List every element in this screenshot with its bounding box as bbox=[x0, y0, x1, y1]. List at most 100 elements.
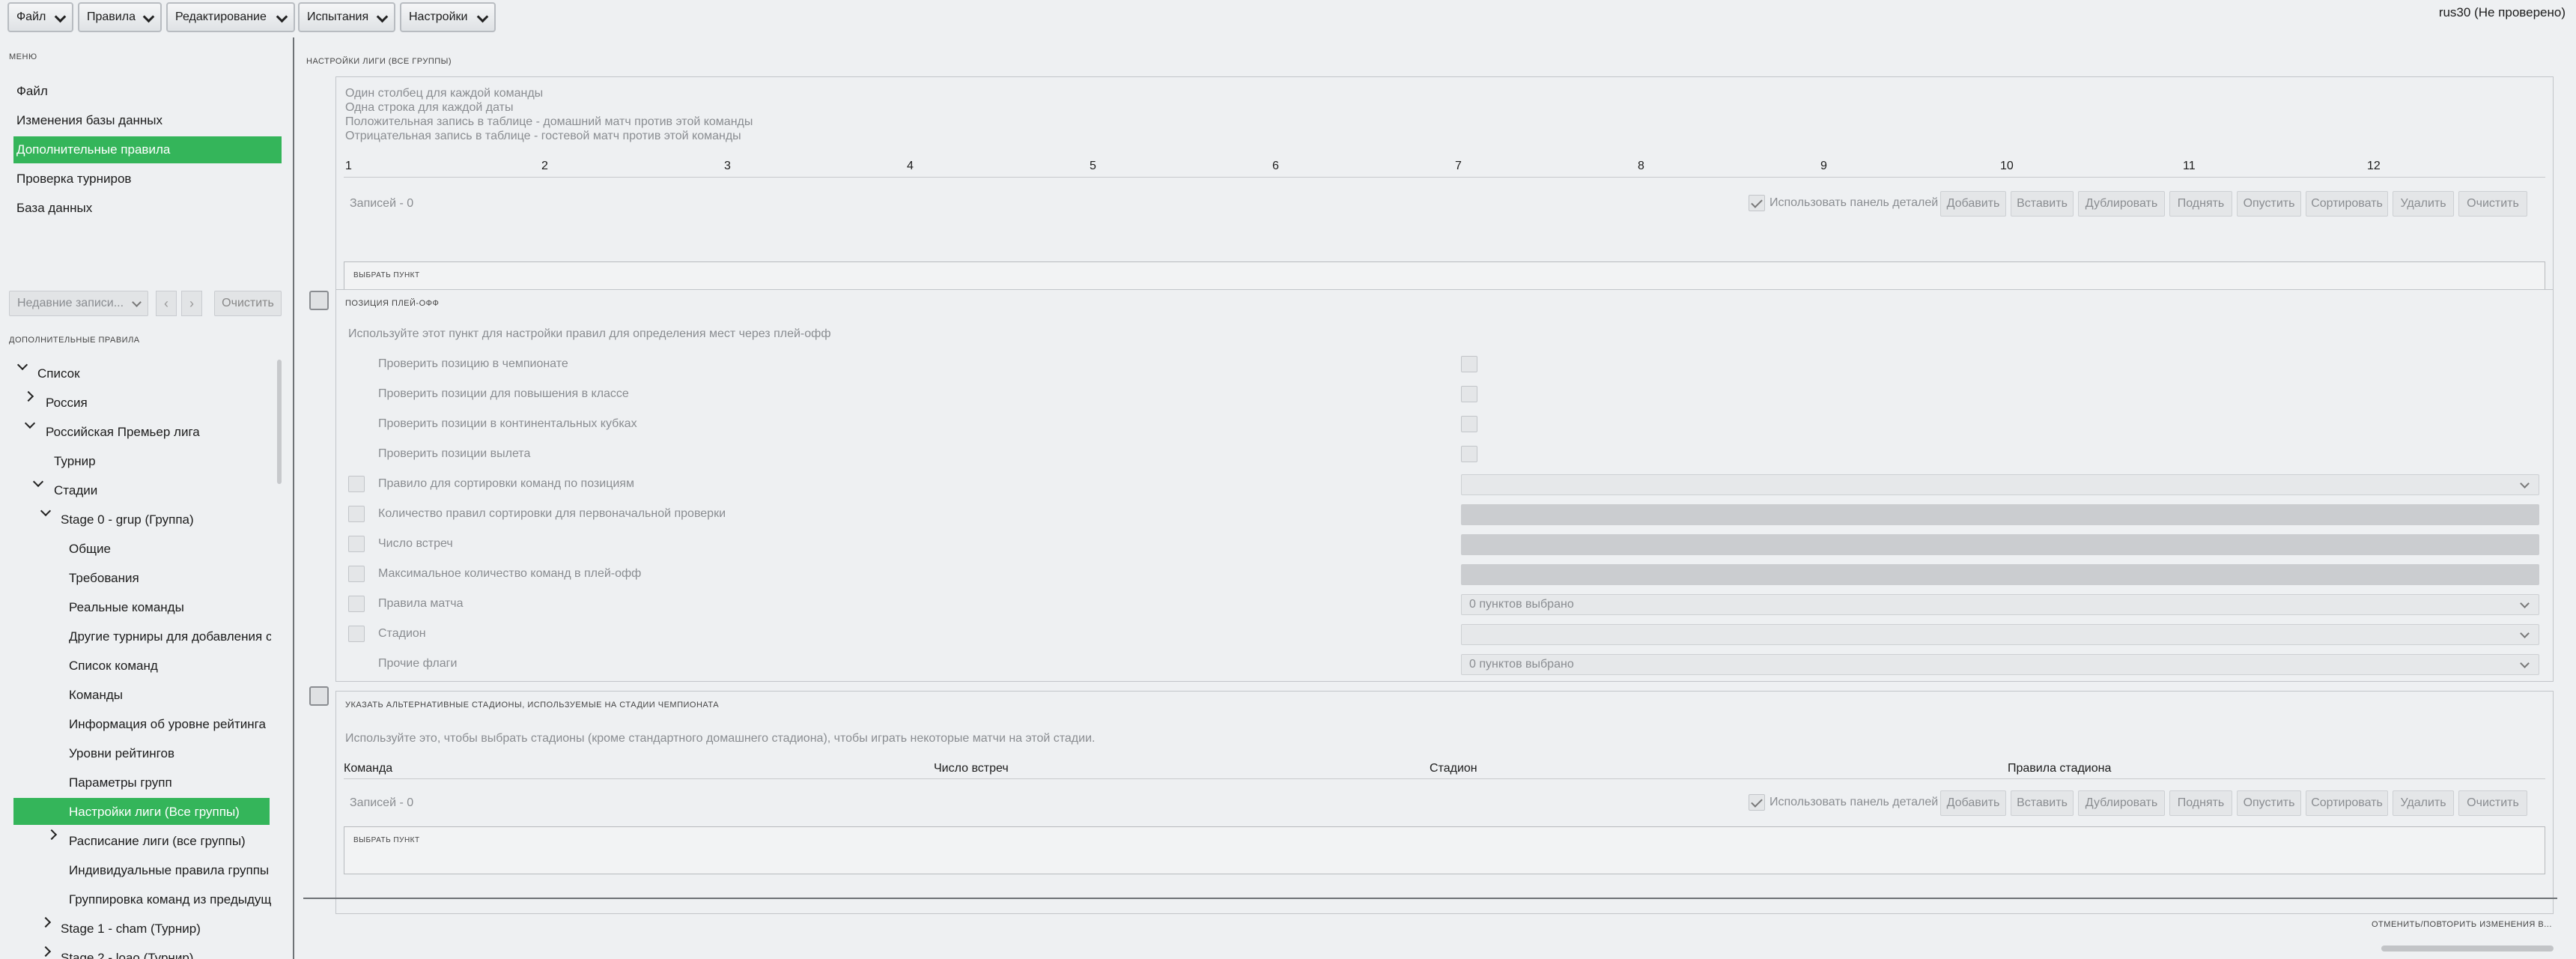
menu-tests[interactable]: Испытания bbox=[298, 2, 395, 32]
chevron-down-icon bbox=[2520, 599, 2530, 608]
tree-item[interactable]: Список команд bbox=[69, 659, 158, 674]
tree-item-selected[interactable]: Настройки лиги (Все группы) bbox=[69, 805, 240, 820]
match-rules-select[interactable]: 0 пунктов выбрано bbox=[1461, 594, 2539, 615]
clear-recent-button[interactable]: Очистить bbox=[214, 291, 282, 316]
tree-item[interactable]: Российская Премьер лига bbox=[46, 425, 200, 440]
move-up-button[interactable]: Поднять bbox=[2169, 191, 2232, 217]
row-enable-checkbox[interactable] bbox=[348, 536, 365, 552]
matches-count-field[interactable] bbox=[1461, 534, 2539, 555]
tree-item[interactable]: Уровни рейтингов bbox=[69, 746, 174, 761]
delete-button[interactable]: Удалить bbox=[2393, 191, 2454, 217]
playoff-check-checkbox[interactable] bbox=[1461, 446, 1477, 462]
insert-button[interactable]: Вставить bbox=[2011, 790, 2074, 816]
tree-item[interactable]: Stage 0 - grup (Группа) bbox=[61, 512, 194, 527]
grid-column-header: 5 bbox=[1090, 160, 1096, 172]
playoff-panel: ПОЗИЦИЯ ПЛЕЙ-ОФФ Используйте этот пункт … bbox=[335, 289, 2554, 682]
other-flags-select[interactable]: 0 пунктов выбрано bbox=[1461, 654, 2539, 675]
tree-item[interactable]: Реальные команды bbox=[69, 600, 184, 615]
chevron-right-icon[interactable] bbox=[22, 390, 34, 402]
other-flags-value: 0 пунктов выбрано bbox=[1469, 658, 1574, 671]
menu-item-db-changes[interactable]: Изменения базы данных bbox=[13, 107, 282, 134]
undo-panel-scrollbar[interactable] bbox=[2381, 946, 2554, 952]
playoff-check-label: Проверить позиции в континентальных кубк… bbox=[378, 417, 637, 430]
alt-stadiums-hint: Используйте это, чтобы выбрать стадионы … bbox=[345, 732, 1096, 745]
tree-item[interactable]: Турнир bbox=[54, 454, 96, 469]
tree-item[interactable]: Параметры групп bbox=[69, 775, 172, 790]
menu-file[interactable]: Файл bbox=[7, 2, 73, 32]
sort-button[interactable]: Сортировать bbox=[2306, 790, 2388, 816]
divider bbox=[344, 778, 2545, 779]
back-arrow-icon[interactable]: ‹ bbox=[156, 291, 177, 316]
stadium-select[interactable] bbox=[1461, 624, 2539, 645]
menu-item-database[interactable]: База данных bbox=[13, 195, 282, 222]
chevron-down-icon[interactable] bbox=[32, 476, 44, 488]
insert-button[interactable]: Вставить bbox=[2011, 191, 2074, 217]
sort-rule-select[interactable] bbox=[1461, 474, 2539, 495]
row-enable-checkbox[interactable] bbox=[348, 596, 365, 612]
grid-column-header: 2 bbox=[541, 160, 548, 172]
use-details-label: Использовать панель деталей bbox=[1770, 196, 1939, 209]
clear-button[interactable]: Очистить bbox=[2458, 790, 2527, 816]
sort-rules-count-field[interactable] bbox=[1461, 504, 2539, 525]
main-content: НАСТРОЙКИ ЛИГИ (ВСЕ ГРУППЫ) Один столбец… bbox=[296, 37, 2576, 959]
playoff-check-checkbox[interactable] bbox=[1461, 386, 1477, 402]
menu-rules-label: Правила bbox=[87, 10, 136, 23]
tree-item[interactable]: Россия bbox=[46, 396, 88, 411]
tree-item[interactable]: Индивидуальные правила группы bbox=[69, 863, 269, 878]
undo-redo-panel-title[interactable]: ОТМЕНИТЬ/ПОВТОРИТЬ ИЗМЕНЕНИЯ В... bbox=[2372, 920, 2552, 929]
use-details-checkbox[interactable] bbox=[1749, 195, 1765, 211]
recent-records-select[interactable]: Недавние записи... bbox=[9, 291, 148, 316]
pick-item-area[interactable]: ВЫБРАТЬ ПУНКТ bbox=[344, 826, 2545, 874]
clear-button[interactable]: Очистить bbox=[2458, 191, 2527, 217]
duplicate-button[interactable]: Дублировать bbox=[2078, 790, 2165, 816]
playoff-check-checkbox[interactable] bbox=[1461, 356, 1477, 372]
delete-button[interactable]: Удалить bbox=[2393, 790, 2454, 816]
row-enable-checkbox[interactable] bbox=[348, 566, 365, 582]
tree-item[interactable]: Информация об уровне рейтинга bbox=[69, 717, 266, 732]
menu-rules[interactable]: Правила bbox=[78, 2, 162, 32]
chevron-down-icon[interactable] bbox=[24, 417, 36, 429]
playoff-check-checkbox[interactable] bbox=[1461, 416, 1477, 432]
tree-scrollbar[interactable] bbox=[277, 360, 282, 484]
use-details-checkbox[interactable] bbox=[1749, 794, 1765, 811]
grid-column-header: 9 bbox=[1820, 160, 1827, 172]
chevron-right-icon[interactable] bbox=[46, 829, 58, 841]
move-up-button[interactable]: Поднять bbox=[2169, 790, 2232, 816]
tree-item[interactable]: Требования bbox=[69, 571, 139, 586]
tree-item[interactable]: Другие турниры для добавления ст bbox=[69, 629, 271, 644]
chevron-right-icon[interactable] bbox=[40, 916, 52, 928]
move-down-button[interactable]: Опустить bbox=[2237, 790, 2301, 816]
menu-edit[interactable]: Редактирование bbox=[166, 2, 295, 32]
playoff-enable-checkbox[interactable] bbox=[309, 291, 329, 310]
chevron-down-icon[interactable] bbox=[16, 359, 28, 371]
forward-arrow-icon[interactable]: › bbox=[181, 291, 202, 316]
tree-item[interactable]: Общие bbox=[69, 542, 111, 557]
row-enable-checkbox[interactable] bbox=[348, 626, 365, 642]
chevron-right-icon[interactable] bbox=[40, 946, 52, 958]
move-down-button[interactable]: Опустить bbox=[2237, 191, 2301, 217]
menu-item-extra-rules[interactable]: Дополнительные правила bbox=[13, 136, 282, 163]
playoff-row-label: Стадион bbox=[378, 627, 426, 640]
menu-item-check-tournaments[interactable]: Проверка турниров bbox=[13, 166, 282, 193]
tree-item[interactable]: Команды bbox=[69, 688, 123, 703]
stadiums-enable-checkbox[interactable] bbox=[309, 686, 329, 706]
tree-item[interactable]: Группировка команд из предыдущ bbox=[69, 892, 271, 907]
tree-item[interactable]: Расписание лиги (все группы) bbox=[69, 834, 246, 849]
playoff-hint: Используйте этот пункт для настройки пра… bbox=[348, 327, 831, 340]
menu-item-file[interactable]: Файл bbox=[13, 78, 282, 105]
column-header-stadium-rules: Правила стадиона bbox=[2008, 762, 2112, 775]
menu-settings[interactable]: Настройки bbox=[400, 2, 496, 32]
row-enable-checkbox[interactable] bbox=[348, 506, 365, 522]
duplicate-button[interactable]: Дублировать bbox=[2078, 191, 2165, 217]
row-enable-checkbox[interactable] bbox=[348, 476, 365, 492]
max-teams-field[interactable] bbox=[1461, 564, 2539, 585]
sort-button[interactable]: Сортировать bbox=[2306, 191, 2388, 217]
tree-item[interactable]: Стадии bbox=[54, 483, 97, 498]
tree-item[interactable]: Список bbox=[37, 366, 80, 381]
chevron-down-icon[interactable] bbox=[40, 505, 52, 517]
tree-item[interactable]: Stage 2 - loao (Турнир) bbox=[61, 951, 193, 959]
tree-section-title: ДОПОЛНИТЕЛЬНЫЕ ПРАВИЛА bbox=[9, 336, 140, 345]
add-button[interactable]: Добавить bbox=[1940, 191, 2006, 217]
tree-item[interactable]: Stage 1 - cham (Турнир) bbox=[61, 922, 201, 937]
add-button[interactable]: Добавить bbox=[1940, 790, 2006, 816]
